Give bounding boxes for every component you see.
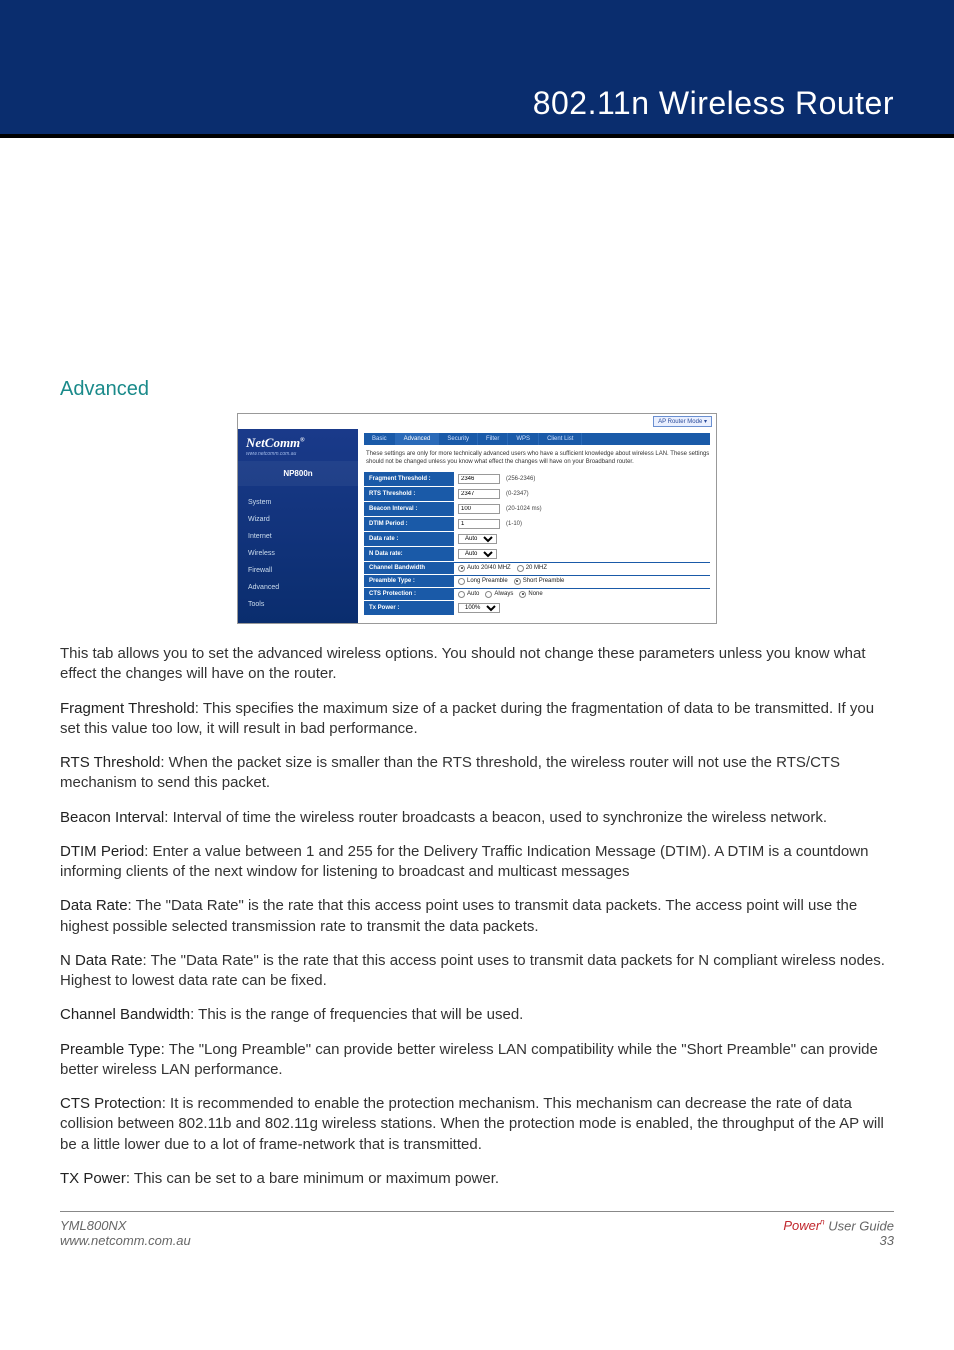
tab-wps[interactable]: WPS <box>508 433 539 445</box>
top-navy-bar <box>0 0 954 75</box>
select-datarate[interactable]: Auto <box>458 534 497 544</box>
label-tx: Tx Power : <box>364 602 454 614</box>
radio-cts-always[interactable]: Always <box>485 591 513 598</box>
select-ndatarate[interactable]: Auto <box>458 549 497 559</box>
input-beacon[interactable] <box>458 504 500 514</box>
nav-firewall[interactable]: Firewall <box>238 562 358 579</box>
label-preamble: Preamble Type : <box>364 575 454 587</box>
nav-system[interactable]: System <box>238 494 358 511</box>
page-footer: YML800NX www.netcomm.com.au Powern User … <box>60 1211 894 1248</box>
page-title: 802.11n Wireless Router <box>533 85 894 121</box>
mode-dropdown[interactable]: AP Router Mode ▾ <box>653 416 712 427</box>
beacon-paragraph: Beacon Interval: Interval of time the wi… <box>60 808 894 828</box>
hint-fragment: (256-2346) <box>506 476 535 482</box>
brand-logo: NetComm® <box>238 429 358 451</box>
hint-dtim: (1-10) <box>506 521 522 527</box>
label-cts: CTS Protection : <box>364 588 454 600</box>
radio-cts-auto[interactable]: Auto <box>458 591 479 598</box>
model-badge: NP800n <box>238 461 358 486</box>
router-ui-screenshot: AP Router Mode ▾ NetComm® www.netcomm.co… <box>237 413 717 624</box>
radio-bw-auto[interactable]: Auto 20/40 MHZ <box>458 565 511 572</box>
label-datarate: Data rate : <box>364 533 454 545</box>
select-tx[interactable]: 100% <box>458 603 500 613</box>
label-bw: Channel Bandwidth <box>364 562 454 574</box>
nav-wireless[interactable]: Wireless <box>238 545 358 562</box>
dtim-paragraph: DTIM Period: Enter a value between 1 and… <box>60 842 894 883</box>
header-band: 802.11n Wireless Router <box>0 75 954 138</box>
nav-tools[interactable]: Tools <box>238 596 358 613</box>
intro-paragraph: This tab allows you to set the advanced … <box>60 644 894 685</box>
radio-cts-none[interactable]: None <box>519 591 542 598</box>
footer-guide: Powern User Guide <box>783 1218 894 1233</box>
tab-security[interactable]: Security <box>439 433 478 445</box>
footer-model: YML800NX <box>60 1218 191 1233</box>
tx-paragraph: TX Power: This can be set to a bare mini… <box>60 1169 894 1189</box>
nav-advanced[interactable]: Advanced <box>238 579 358 596</box>
hint-beacon: (20-1024 ms) <box>506 506 542 512</box>
radio-bw-20[interactable]: 20 MHZ <box>517 565 547 572</box>
bw-paragraph: Channel Bandwidth: This is the range of … <box>60 1005 894 1025</box>
cts-paragraph: CTS Protection: It is recommended to ena… <box>60 1094 894 1155</box>
sidebar: NetComm® www.netcomm.com.au NP800n Syste… <box>238 429 358 623</box>
tab-filter[interactable]: Filter <box>478 433 508 445</box>
preamble-paragraph: Preamble Type: The "Long Preamble" can p… <box>60 1040 894 1081</box>
datarate-paragraph: Data Rate: The "Data Rate" is the rate t… <box>60 896 894 937</box>
advanced-warning-text: These settings are only for more technic… <box>366 451 710 466</box>
nav-wizard[interactable]: Wizard <box>238 511 358 528</box>
input-fragment[interactable] <box>458 474 500 484</box>
label-dtim: DTIM Period : <box>364 518 454 530</box>
label-beacon: Beacon Interval : <box>364 503 454 515</box>
radio-preamble-short[interactable]: Short Preamble <box>514 578 565 585</box>
tab-basic[interactable]: Basic <box>364 433 396 445</box>
section-heading: Advanced <box>60 378 894 401</box>
ndatarate-paragraph: N Data Rate: The "Data Rate" is the rate… <box>60 951 894 992</box>
label-fragment: Fragment Threshold : <box>364 473 454 485</box>
tab-clientlist[interactable]: Client List <box>539 433 582 445</box>
nav-internet[interactable]: Internet <box>238 528 358 545</box>
radio-preamble-long[interactable]: Long Preamble <box>458 578 508 585</box>
input-dtim[interactable] <box>458 519 500 529</box>
footer-url: www.netcomm.com.au <box>60 1233 191 1248</box>
label-ndatarate: N Data rate: <box>364 548 454 560</box>
tab-advanced[interactable]: Advanced <box>396 433 440 445</box>
brand-url: www.netcomm.com.au <box>238 451 358 461</box>
footer-page-number: 33 <box>783 1233 894 1248</box>
fragment-paragraph: Fragment Threshold: This specifies the m… <box>60 699 894 740</box>
rts-paragraph: RTS Threshold: When the packet size is s… <box>60 753 894 794</box>
label-rts: RTS Threshold : <box>364 488 454 500</box>
tab-bar: Basic Advanced Security Filter WPS Clien… <box>364 433 710 445</box>
hint-rts: (0-2347) <box>506 491 529 497</box>
input-rts[interactable] <box>458 489 500 499</box>
